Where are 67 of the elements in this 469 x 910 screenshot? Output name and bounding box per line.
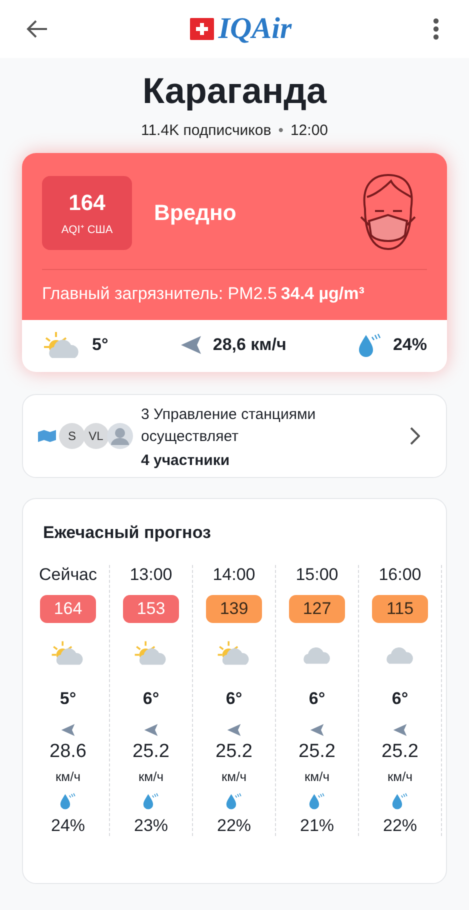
aqi-value: 164 bbox=[68, 190, 106, 216]
hour-humidity: 24% bbox=[50, 816, 86, 836]
humidity-icon bbox=[59, 792, 77, 810]
hour-humidity: 22% bbox=[216, 816, 252, 836]
logo-text: IQAir bbox=[218, 12, 292, 46]
swiss-flag-icon bbox=[190, 18, 214, 40]
map-icon bbox=[37, 428, 57, 444]
humidity-icon bbox=[142, 792, 160, 810]
hour-temperature: 6° bbox=[226, 689, 242, 709]
more-menu-icon[interactable] bbox=[432, 18, 439, 40]
wind-unit: км/ч bbox=[138, 769, 164, 784]
stations-card[interactable]: S VL 3 Управление станциями осуществляет 4 участники bbox=[22, 394, 447, 478]
hour-label: 14:00 bbox=[212, 565, 256, 585]
wind-unit: км/ч bbox=[55, 769, 80, 784]
humidity: 24% bbox=[392, 335, 427, 355]
hour-temperature: 6° bbox=[308, 689, 326, 709]
temperature: 5° bbox=[92, 335, 108, 355]
wind-direction-icon bbox=[309, 723, 325, 737]
hour-humidity: 21% bbox=[300, 816, 334, 836]
initials-avatar: VL bbox=[83, 423, 109, 449]
separator-dot: • bbox=[278, 122, 284, 139]
contributors-count: 4 участники bbox=[141, 452, 231, 468]
wind-direction-icon bbox=[392, 723, 408, 737]
hour-humidity: 22% bbox=[382, 816, 418, 836]
stations-description: 3 Управление станциями осуществляет bbox=[141, 404, 317, 446]
hour-wind-speed: 25.2 bbox=[382, 741, 418, 763]
city-name: Караганда bbox=[141, 70, 328, 112]
hour-label: 13:00 bbox=[130, 565, 172, 585]
aqi-pill: 139 bbox=[206, 595, 262, 623]
humidity-icon bbox=[356, 332, 383, 358]
humidity-icon bbox=[391, 792, 409, 810]
wind-unit: км/ч bbox=[304, 769, 330, 784]
wind-direction-icon bbox=[60, 723, 76, 737]
hour-temperature: 6° bbox=[142, 689, 160, 709]
hour-wind-speed: 25.2 bbox=[216, 741, 252, 763]
pollutant-label: Главный загрязнитель: PM2.5 bbox=[42, 284, 277, 304]
person-avatar-icon bbox=[107, 423, 133, 449]
hour-temperature: 6° bbox=[392, 689, 408, 709]
hour-wind-speed: 25.2 bbox=[298, 741, 336, 763]
aqi-pill: 153 bbox=[123, 595, 179, 623]
forecast-title: Ежечасный прогноз bbox=[42, 523, 212, 543]
hour-wind-speed: 28.6 bbox=[50, 741, 86, 763]
update-time: 12:00 bbox=[290, 122, 328, 139]
back-icon[interactable] bbox=[25, 19, 49, 39]
initials-avatar: S bbox=[59, 423, 85, 449]
aqi-pill: 127 bbox=[289, 595, 345, 623]
wind-direction-icon bbox=[178, 335, 203, 355]
aqi-pill: 164 bbox=[40, 595, 96, 623]
aqi-pill: 115 bbox=[372, 595, 428, 623]
hour-wind-speed: 25.2 bbox=[132, 741, 170, 763]
chevron-right-icon bbox=[410, 427, 420, 445]
hour-temperature: 5° bbox=[60, 689, 76, 709]
hour-label: Сейчас bbox=[38, 565, 98, 585]
hour-label: 16:00 bbox=[378, 565, 422, 585]
wind-unit: км/ч bbox=[221, 769, 246, 784]
humidity-icon bbox=[308, 792, 326, 810]
aqi-unit: AQI⁺ США bbox=[61, 223, 113, 236]
aqi-status: Вредно bbox=[154, 200, 238, 226]
wind-unit: км/ч bbox=[387, 769, 412, 784]
followers-count: 11.4K подписчиков bbox=[140, 122, 272, 139]
humidity-icon bbox=[225, 792, 243, 810]
wind-direction-icon bbox=[143, 723, 159, 737]
pollutant-value: 34.4 µg/m³ bbox=[280, 284, 364, 304]
wind-direction-icon bbox=[226, 723, 242, 737]
wind-speed: 28,6 км/ч bbox=[212, 335, 286, 355]
hour-label: 15:00 bbox=[296, 565, 338, 585]
hour-humidity: 23% bbox=[134, 816, 168, 836]
